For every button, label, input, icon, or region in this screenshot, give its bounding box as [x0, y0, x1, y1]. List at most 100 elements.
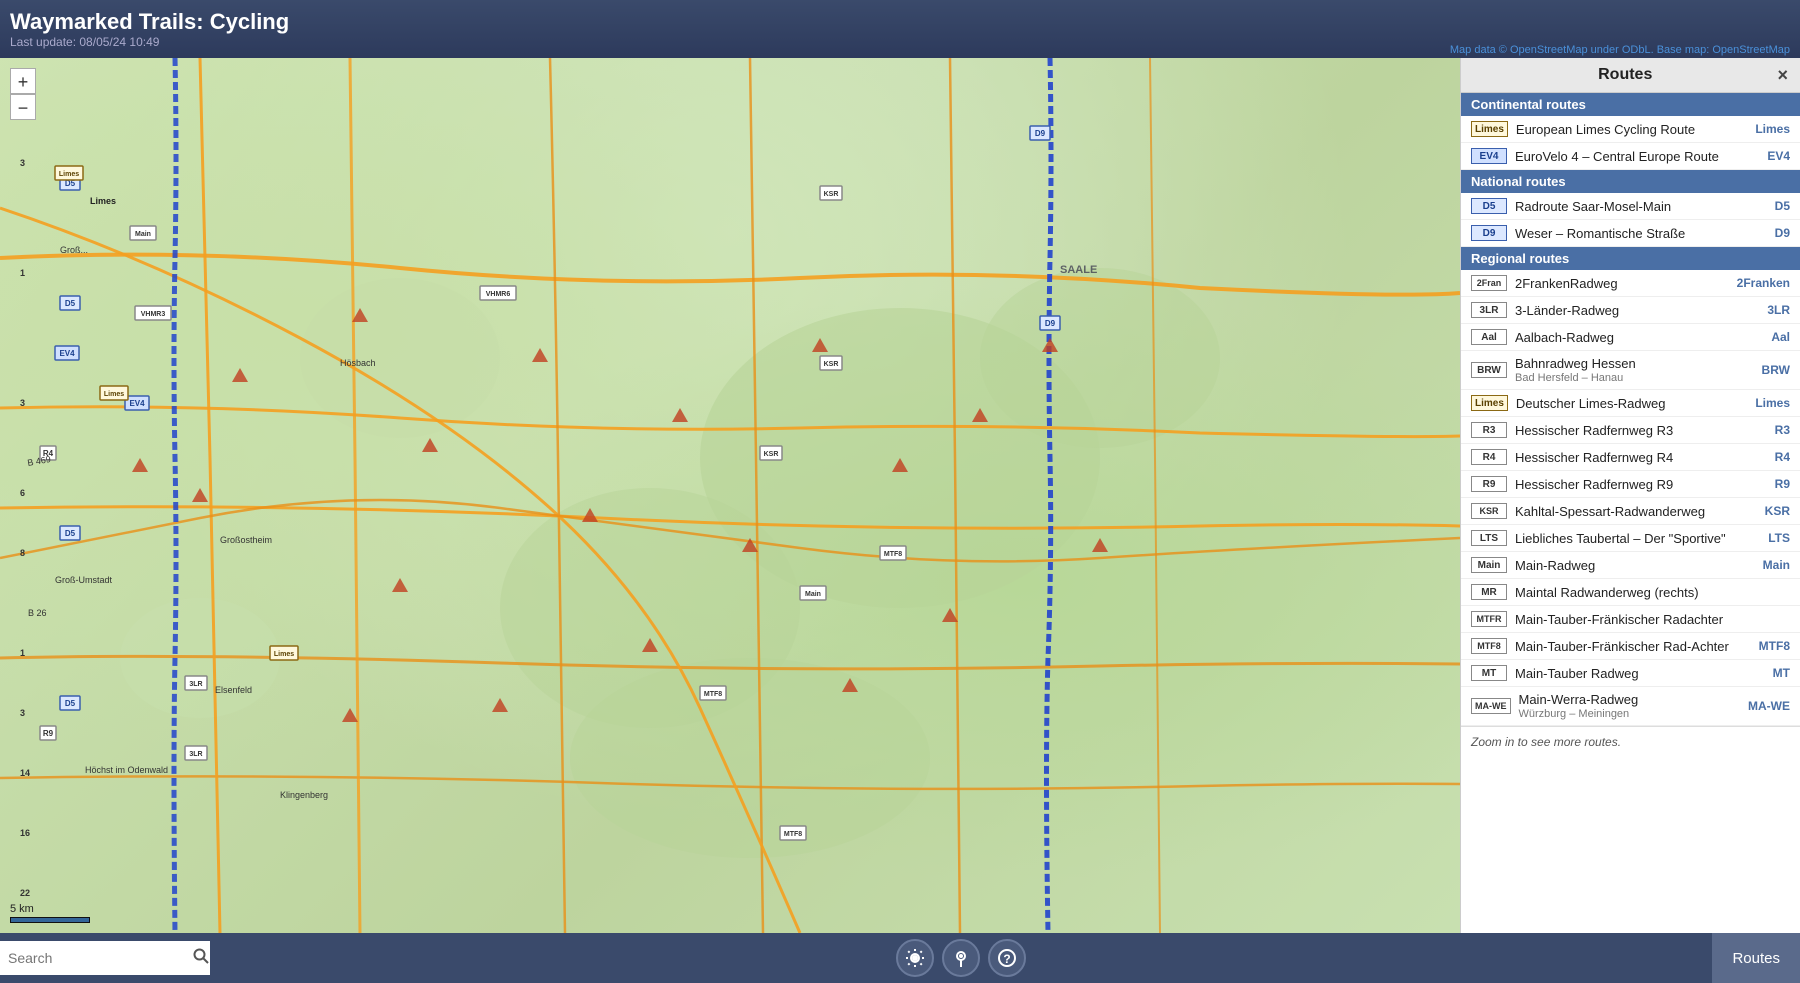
route-badge-r9: R9: [1471, 476, 1507, 492]
route-item-2fran[interactable]: 2Fran 2FrankenRadweg 2Franken: [1461, 270, 1800, 297]
route-item-brw[interactable]: BRW Bahnradweg Hessen Bad Hersfeld – Han…: [1461, 351, 1800, 390]
settings-button[interactable]: [896, 939, 934, 977]
route-short-aal: Aal: [1750, 330, 1790, 344]
route-item-lts[interactable]: LTS Liebliches Taubertal – Der "Sportive…: [1461, 525, 1800, 552]
route-name-r3: Hessischer Radfernweg R3: [1515, 423, 1746, 438]
route-item-d9[interactable]: D9 Weser – Romantische Straße D9: [1461, 220, 1800, 247]
route-item-d5[interactable]: D5 Radroute Saar-Mosel-Main D5: [1461, 193, 1800, 220]
scale-line: [10, 917, 90, 923]
location-button[interactable]: [942, 939, 980, 977]
route-item-mt[interactable]: MT Main-Tauber Radweg MT: [1461, 660, 1800, 687]
pin-icon: [951, 948, 971, 968]
svg-text:3LR: 3LR: [189, 751, 202, 758]
section-header-national: National routes: [1461, 170, 1800, 193]
svg-text:?: ?: [1004, 952, 1011, 966]
route-name-mr: Maintal Radwanderweg (rechts): [1515, 585, 1746, 600]
route-item-3lr[interactable]: 3LR 3-Länder-Radweg 3LR: [1461, 297, 1800, 324]
route-name-ev-limes: European Limes Cycling Route: [1516, 122, 1746, 137]
search-button[interactable]: [193, 948, 209, 969]
route-item-mtfr[interactable]: MTFR Main-Tauber-Fränkischer Radachter: [1461, 606, 1800, 633]
route-badge-2fran: 2Fran: [1471, 275, 1507, 291]
route-short-d9: D9: [1750, 226, 1790, 240]
route-badge-ksr: KSR: [1471, 503, 1507, 519]
route-item-r3[interactable]: R3 Hessischer Radfernweg R3 R3: [1461, 417, 1800, 444]
route-name-brw: Bahnradweg Hessen Bad Hersfeld – Hanau: [1515, 356, 1746, 384]
route-name-3lr: 3-Länder-Radweg: [1515, 303, 1746, 318]
route-item-r4[interactable]: R4 Hessischer Radfernweg R4 R4: [1461, 444, 1800, 471]
attribution-text: Map data © OpenStreetMap under ODbL. Bas…: [1450, 44, 1790, 56]
route-name-r4: Hessischer Radfernweg R4: [1515, 450, 1746, 465]
svg-text:3: 3: [20, 158, 25, 168]
svg-text:D9: D9: [1045, 319, 1056, 328]
route-short-mt: MT: [1750, 666, 1790, 680]
routes-panel-title: Routes: [1473, 66, 1777, 84]
scale-bar: 5 km: [10, 903, 90, 923]
route-badge-3lr: 3LR: [1471, 302, 1507, 318]
svg-text:EV4: EV4: [129, 399, 145, 408]
zoom-out-button[interactable]: −: [10, 94, 36, 120]
routes-content[interactable]: Continental routes Limes European Limes …: [1461, 93, 1800, 933]
search-icon: [193, 948, 209, 964]
route-item-mr[interactable]: MR Maintal Radwanderweg (rechts): [1461, 579, 1800, 606]
svg-text:VHMR3: VHMR3: [141, 311, 166, 318]
route-badge-limes-r: Limes: [1471, 395, 1508, 411]
svg-text:3: 3: [20, 708, 25, 718]
route-short-ksr: KSR: [1750, 504, 1790, 518]
svg-text:Main: Main: [135, 231, 151, 238]
route-name-mt: Main-Tauber Radweg: [1515, 666, 1746, 681]
svg-text:MTF8: MTF8: [784, 831, 802, 838]
route-item-r9[interactable]: R9 Hessischer Radfernweg R9 R9: [1461, 471, 1800, 498]
route-badge-lts: LTS: [1471, 530, 1507, 546]
routes-button[interactable]: Routes: [1712, 933, 1800, 983]
route-item-main[interactable]: Main Main-Radweg Main: [1461, 552, 1800, 579]
route-item-limes-regional[interactable]: Limes Deutscher Limes-Radweg Limes: [1461, 390, 1800, 417]
zoom-in-button[interactable]: +: [10, 68, 36, 94]
svg-text:VHMR6: VHMR6: [486, 291, 511, 298]
svg-text:D5: D5: [65, 299, 76, 308]
route-short-r3: R3: [1750, 423, 1790, 437]
route-name-lts: Liebliches Taubertal – Der "Sportive": [1515, 531, 1746, 546]
svg-text:D5: D5: [65, 529, 76, 538]
route-item-limes-continental[interactable]: Limes European Limes Cycling Route Limes: [1461, 116, 1800, 143]
map-container[interactable]: D5 D5 D5 D5 EV4 EV4 Limes Limes Limes R4…: [0, 58, 1460, 933]
route-name-aal: Aalbach-Radweg: [1515, 330, 1746, 345]
route-badge-aal: Aal: [1471, 329, 1507, 345]
svg-text:Limes: Limes: [104, 391, 124, 398]
route-name-mawe: Main-Werra-Radweg Würzburg – Meiningen: [1519, 692, 1745, 720]
svg-text:Limes: Limes: [274, 651, 294, 658]
svg-text:22: 22: [20, 888, 30, 898]
svg-text:D5: D5: [65, 699, 76, 708]
svg-text:1: 1: [20, 648, 25, 658]
help-icon: ?: [997, 948, 1017, 968]
svg-text:14: 14: [20, 768, 30, 778]
svg-text:D9: D9: [1035, 129, 1046, 138]
zoom-hint: Zoom in to see more routes.: [1461, 726, 1800, 757]
route-short-r4: R4: [1750, 450, 1790, 464]
search-area[interactable]: [0, 941, 210, 975]
map-attribution: Map data © OpenStreetMap under ODbL. Bas…: [1450, 44, 1790, 56]
scale-label: 5 km: [10, 903, 34, 915]
routes-header: Routes ×: [1461, 58, 1800, 93]
route-short-d5: D5: [1750, 199, 1790, 213]
route-item-mtf8[interactable]: MTF8 Main-Tauber-Fränkischer Rad-Achter …: [1461, 633, 1800, 660]
routes-close-button[interactable]: ×: [1777, 66, 1788, 84]
search-input[interactable]: [8, 950, 189, 966]
svg-text:3: 3: [20, 398, 25, 408]
svg-text:Main: Main: [805, 591, 821, 598]
route-short-2fran: 2Franken: [1737, 276, 1790, 290]
route-short-3lr: 3LR: [1750, 303, 1790, 317]
route-badge-d5: D5: [1471, 198, 1507, 214]
route-item-aal[interactable]: Aal Aalbach-Radweg Aal: [1461, 324, 1800, 351]
route-item-ksr[interactable]: KSR Kahltal-Spessart-Radwanderweg KSR: [1461, 498, 1800, 525]
route-badge-mt: MT: [1471, 665, 1507, 681]
route-name-2fran: 2FrankenRadweg: [1515, 276, 1733, 291]
help-button[interactable]: ?: [988, 939, 1026, 977]
svg-text:KSR: KSR: [764, 451, 779, 458]
bottom-tools: ?: [210, 939, 1712, 977]
svg-text:Groß...: Groß...: [60, 245, 88, 255]
route-item-ev4[interactable]: EV4 EuroVelo 4 – Central Europe Route EV…: [1461, 143, 1800, 170]
route-short-mtf8: MTF8: [1750, 639, 1790, 653]
route-badge-r3: R3: [1471, 422, 1507, 438]
route-name-limes-r: Deutscher Limes-Radweg: [1516, 396, 1746, 411]
route-item-mawe[interactable]: MA-WE Main-Werra-Radweg Würzburg – Meini…: [1461, 687, 1800, 726]
